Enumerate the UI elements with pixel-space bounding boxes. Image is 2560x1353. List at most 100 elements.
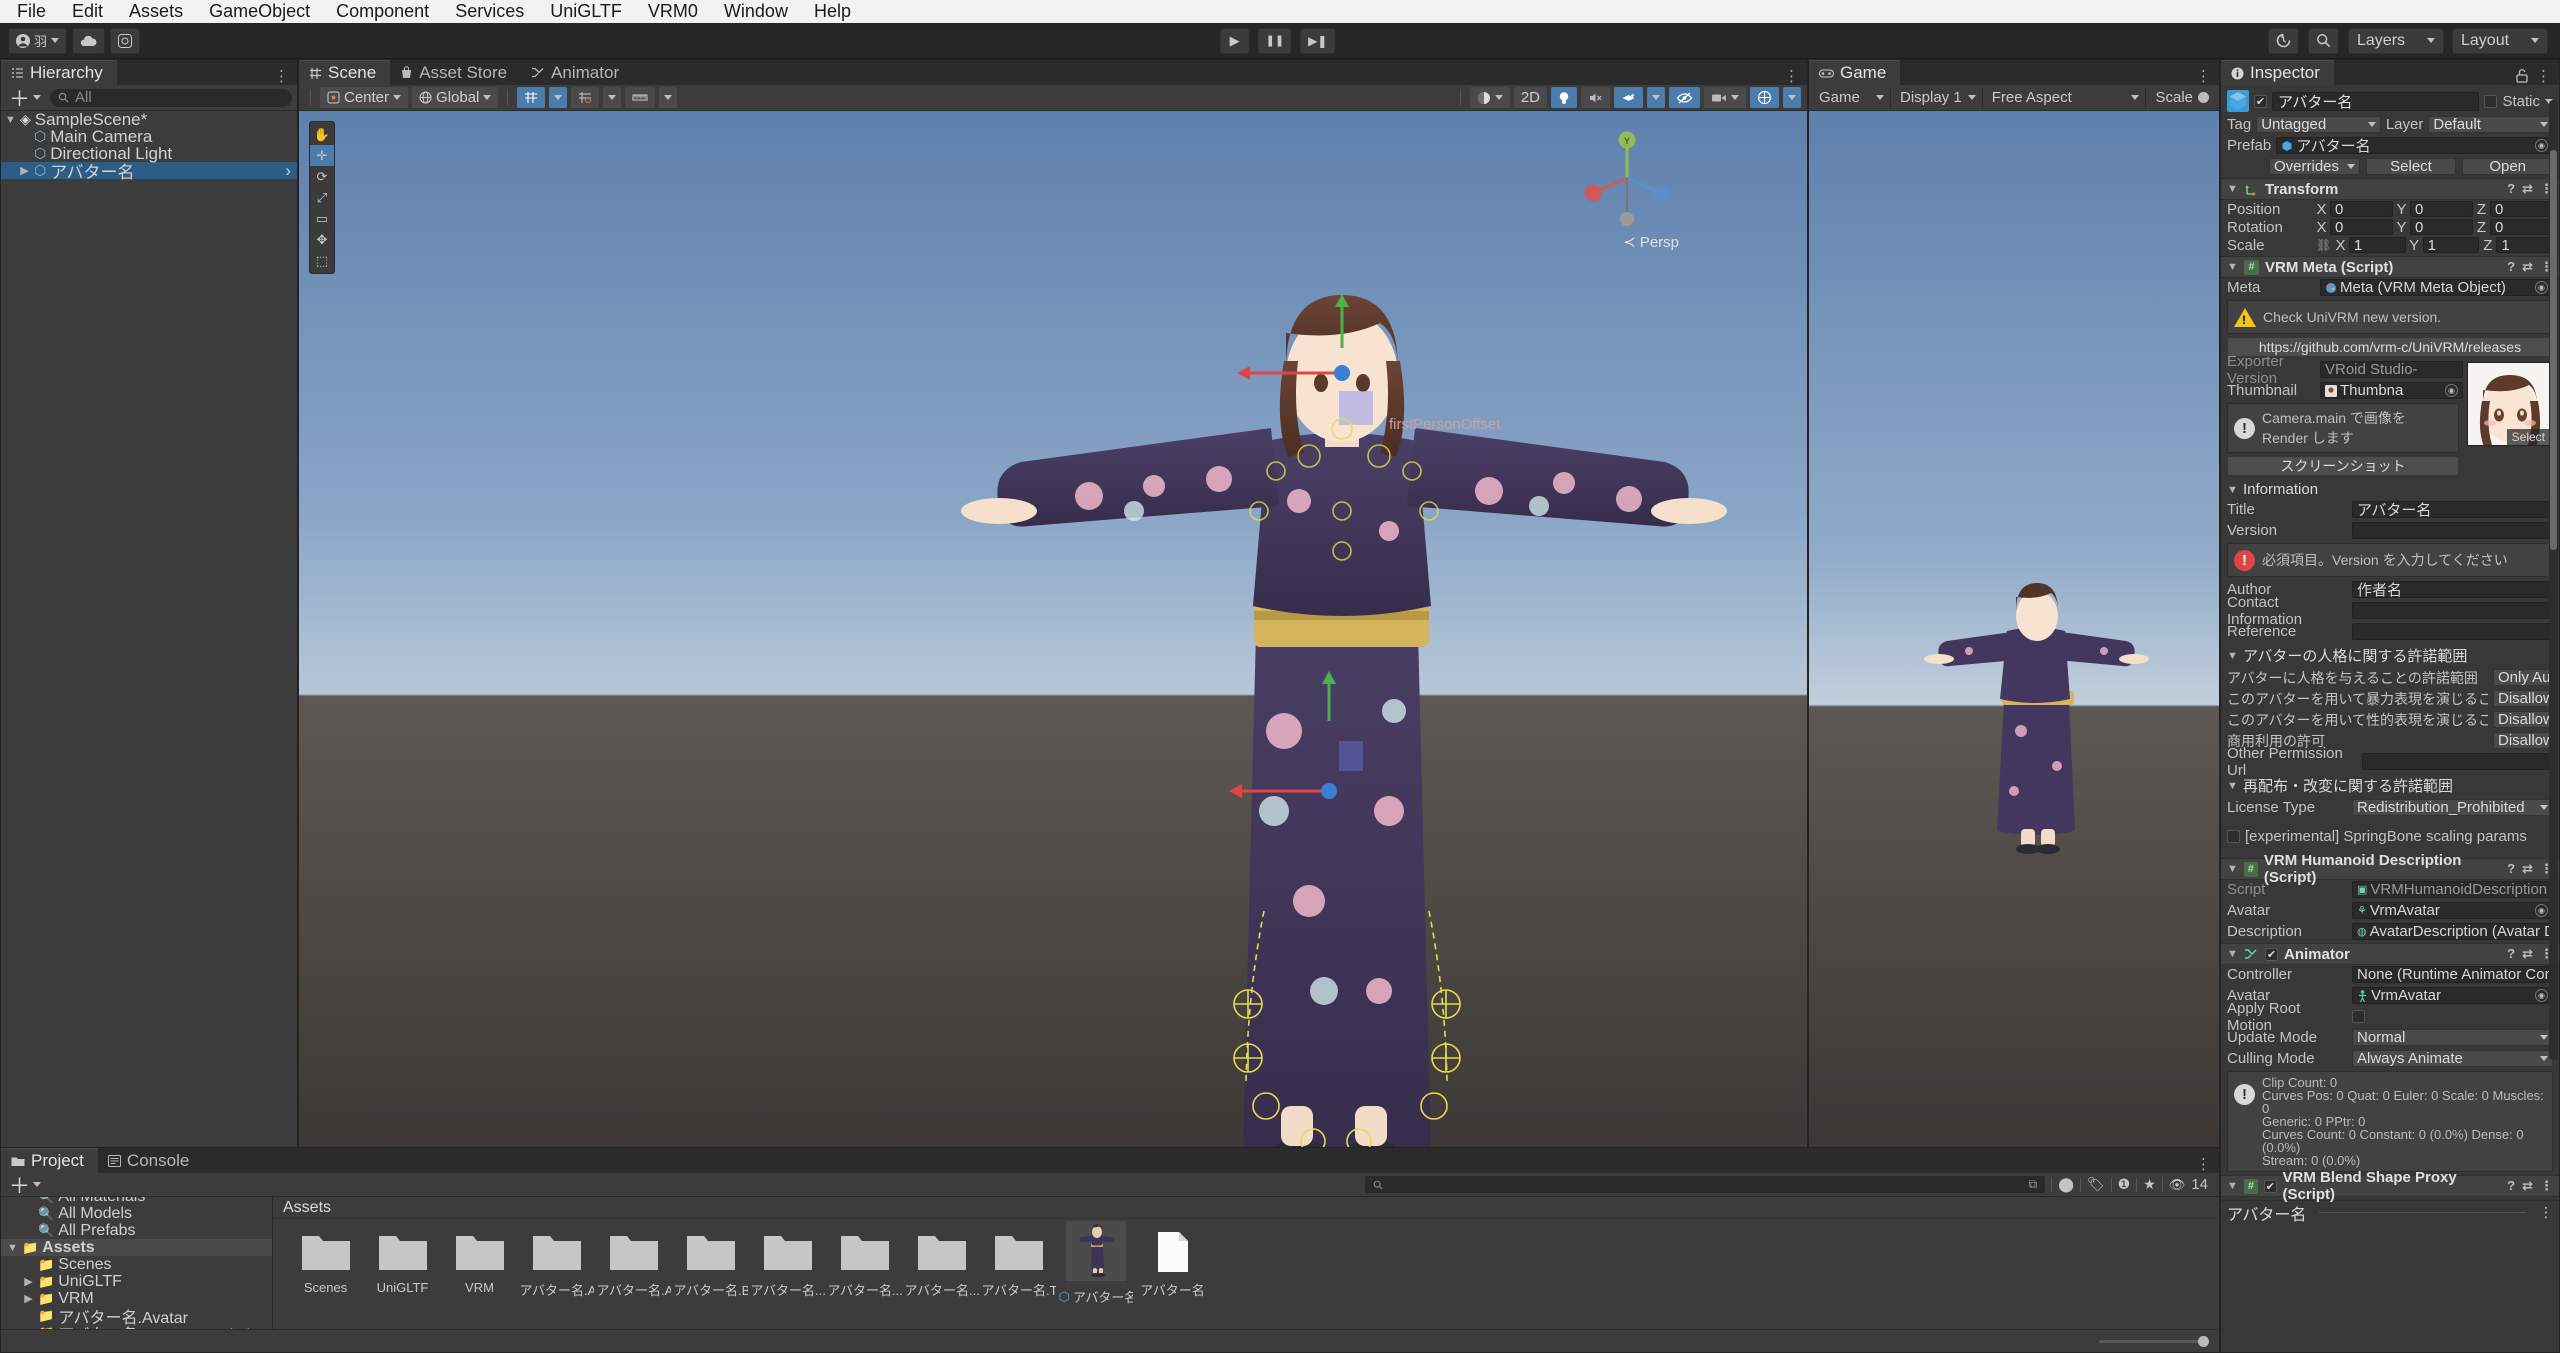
thumbnail-field[interactable]: Thumbna ◉ [2320, 382, 2463, 399]
asset-item-10[interactable]: ⬡ アバター名 [1057, 1221, 1134, 1306]
play-button[interactable]: ▶ [1219, 27, 1250, 54]
layer-dropdown[interactable]: Default [2428, 116, 2553, 133]
kebab-menu-icon[interactable]: ⋮ [2539, 1204, 2553, 1221]
screenshot-button[interactable]: スクリーンショット [2227, 456, 2459, 476]
kebab-menu-icon[interactable]: ⋮ [2540, 1178, 2553, 1194]
menu-item-help[interactable]: Help [801, 0, 864, 23]
thumbnail-preview[interactable]: Select [2467, 362, 2551, 446]
pivot-mode-dropdown[interactable]: Center [320, 87, 409, 108]
add-object-button[interactable]: ＋ [6, 83, 44, 113]
tab-console[interactable]: Console [98, 1148, 203, 1173]
zoom-slider[interactable] [2099, 1335, 2209, 1347]
asset-grid[interactable]: ScenesUniGLTFVRMアバター名.A...アバター名.A...アバター… [273, 1219, 2219, 1306]
foldout-triangle-icon[interactable]: ▶ [23, 1292, 34, 1305]
project-tree-item-3[interactable]: ▼ 📁 Assets [1, 1239, 272, 1256]
transform-scale-x[interactable]: 1 [2349, 237, 2406, 254]
kebab-menu-icon[interactable]: ⋮ [2196, 1155, 2211, 1173]
asset-item-6[interactable]: アバター名.... [749, 1229, 826, 1306]
permission-dropdown-1[interactable]: Disallow [2493, 690, 2553, 707]
preset-icon[interactable]: ⇄ [2522, 861, 2533, 877]
tab-asset-store[interactable]: Asset Store [390, 60, 521, 85]
menu-item-assets[interactable]: Assets [116, 0, 196, 23]
menu-item-vrm0[interactable]: VRM0 [635, 0, 711, 23]
culling-mode-dropdown[interactable]: Always Animate [2352, 1050, 2553, 1067]
prefab-arrow-icon[interactable]: › [285, 161, 297, 181]
ruler-toggle[interactable] [625, 87, 656, 108]
tab-scene[interactable]: Scene [299, 60, 391, 85]
foldout-triangle-icon[interactable]: ▶ [19, 164, 30, 177]
game-viewport[interactable] [1809, 111, 2219, 1171]
foldout-triangle-icon[interactable]: ▼ [2227, 1180, 2238, 1192]
transform-position-y[interactable]: 0 [2410, 201, 2473, 218]
static-checkbox[interactable] [2484, 94, 2498, 108]
foldout-triangle-icon[interactable]: ▶ [23, 1275, 34, 1288]
component-header-blendshape-proxy[interactable]: ▼ # ✔ VRM Blend Shape Proxy (Script) ? ⇄ ⋮ [2221, 1169, 2559, 1203]
object-picker-icon[interactable]: ◉ [2445, 384, 2458, 397]
prefab-field[interactable]: アバター名 ◉ [2276, 137, 2553, 154]
filter-label-icon[interactable]: 🏷 [2087, 1176, 2105, 1193]
object-picker-icon[interactable]: ◉ [2535, 139, 2548, 152]
foldout-triangle-icon[interactable]: ▼ [2227, 863, 2238, 875]
asset-item-8[interactable]: アバター名.... [903, 1229, 980, 1306]
hierarchy-item-1[interactable]: ⬡ Main Camera [1, 127, 297, 146]
kebab-menu-icon[interactable]: ⋮ [1784, 67, 1799, 85]
information-foldout[interactable]: ▼ Information [2221, 479, 2559, 500]
project-search-input[interactable]: ⧉ [1365, 1176, 2046, 1193]
version-input[interactable] [2352, 522, 2553, 539]
menu-item-component[interactable]: Component [323, 0, 442, 23]
lighting-toggle[interactable] [1551, 87, 1577, 108]
preset-icon[interactable]: ⇄ [2522, 181, 2533, 197]
filter-type-icon[interactable]: ⬤ [2058, 1176, 2074, 1193]
asset-item-0[interactable]: Scenes [287, 1229, 364, 1306]
scale-slider[interactable]: Scale [2149, 87, 2215, 108]
component-header-vrm-meta[interactable]: ▼ # VRM Meta (Script) ? ⇄ ⋮ [2221, 256, 2559, 278]
preset-icon[interactable]: ⇄ [2522, 1178, 2533, 1194]
search-button[interactable] [2308, 27, 2339, 54]
toggle-2d[interactable]: 2D [1513, 87, 1547, 108]
cloud-button[interactable] [72, 27, 106, 54]
asset-item-7[interactable]: アバター名... [826, 1229, 903, 1306]
project-tree-item-4[interactable]: 📁 Scenes [1, 1256, 272, 1273]
other-permission-input[interactable] [2362, 753, 2553, 770]
author-input[interactable]: 作者名 [2352, 581, 2553, 598]
reference-input[interactable] [2352, 623, 2553, 640]
inspector-scrollbar[interactable] [2549, 100, 2558, 1060]
pause-button[interactable]: ❚❚ [1257, 27, 1293, 54]
hidden-count-icon[interactable]: 👁 [2169, 1177, 2186, 1193]
asset-item-5[interactable]: アバター名.B... [672, 1229, 749, 1306]
scene-visibility-toggle[interactable] [1669, 87, 1700, 108]
transform-rotation-z[interactable]: 0 [2490, 219, 2553, 236]
ruler-dropdown[interactable] [659, 87, 678, 108]
thumbnail-select-label[interactable]: Select [2506, 429, 2550, 445]
object-name-field[interactable]: アバター名 [2272, 91, 2480, 111]
apply-root-motion-checkbox[interactable] [2352, 1010, 2365, 1023]
update-mode-dropdown[interactable]: Normal [2352, 1029, 2553, 1046]
foldout-triangle-icon[interactable]: ▼ [7, 1242, 18, 1254]
object-picker-icon[interactable]: ◉ [2535, 904, 2548, 917]
transform-rotation-y[interactable]: 0 [2410, 219, 2473, 236]
help-icon[interactable]: ? [2507, 259, 2515, 275]
collab-button[interactable] [110, 27, 141, 54]
component-header-transform[interactable]: ▼ Transform ? ⇄ ⋮ [2221, 178, 2559, 200]
grid-snap-toggle[interactable] [517, 87, 546, 108]
hierarchy-item-0[interactable]: ▼ ◈ SampleScene* [1, 111, 297, 129]
permission-dropdown-2[interactable]: Disallow [2493, 711, 2553, 728]
object-picker-icon[interactable]: ◉ [2535, 281, 2548, 294]
tab-animator[interactable]: Animator [521, 60, 633, 85]
display-dropdown[interactable]: Display 1 [1894, 87, 1983, 108]
personality-foldout[interactable]: ▼ アバターの人格に関する許諾範囲 [2221, 643, 2559, 668]
warning-filter-icon[interactable]: ❶ [2118, 1176, 2131, 1193]
help-icon[interactable]: ? [2507, 946, 2515, 962]
foldout-triangle-icon[interactable]: ▼ [5, 114, 16, 126]
favorites-star-icon[interactable]: ★ [2143, 1176, 2156, 1193]
project-tree-item-0[interactable]: 🔍All Materials [1, 1197, 272, 1205]
hierarchy-tree[interactable]: ▼ ◈ SampleScene* ⬡ Main Camera ⬡ Directional L… [1, 111, 297, 1171]
undo-history-button[interactable] [2268, 27, 2299, 54]
transform-scale-z[interactable]: 1 [2496, 237, 2554, 254]
component-header-animator[interactable]: ▼ ✔ Animator ? ⇄ ⋮ [2221, 943, 2559, 965]
aspect-dropdown[interactable]: Free Aspect [1985, 87, 2147, 108]
prefab-select-button[interactable]: Select [2365, 158, 2457, 175]
perspective-label[interactable]: ≺ Persp [1623, 233, 1679, 251]
fx-toggle[interactable] [1614, 87, 1643, 108]
help-icon[interactable]: ? [2507, 861, 2515, 877]
